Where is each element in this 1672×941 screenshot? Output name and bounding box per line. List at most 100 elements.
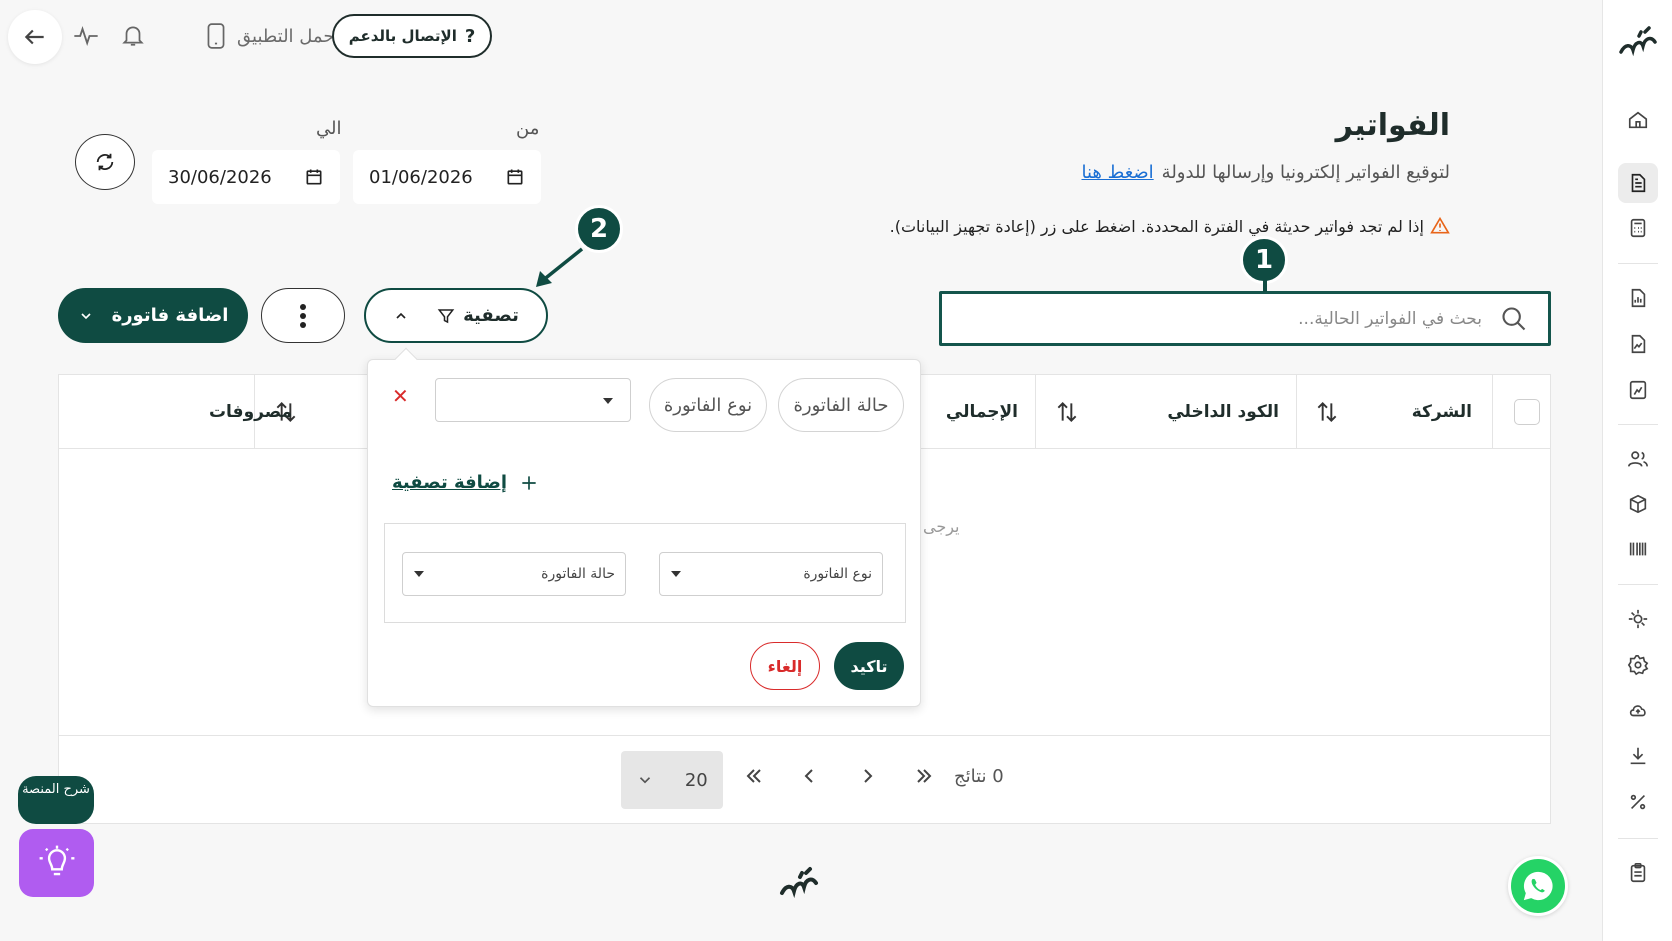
to-date-input[interactable]: 30/06/2026 [152,150,340,204]
arrow-left-icon [24,29,44,45]
search-input[interactable] [1002,308,1482,329]
chart-file-icon[interactable] [1618,324,1658,364]
last-page-icon[interactable] [912,764,936,788]
page-subtitle: لتوقيع الفواتير إلكترونيا وإرسالها للدول… [1081,162,1450,183]
results-count: 0 نتائج [954,766,1004,787]
from-date-value: 01/06/2026 [369,166,473,188]
sidebar-divider [1618,263,1658,264]
confirm-filter-button[interactable]: تاكيد [834,642,904,690]
home-icon[interactable] [1618,100,1658,140]
analytics-icon[interactable] [1618,370,1658,410]
refresh-icon [96,153,114,171]
footer-logo [780,867,818,899]
funnel-icon [437,308,455,323]
chip-invoice-type[interactable]: نوع الفاتورة [649,378,767,432]
settings-gear-icon[interactable] [1618,645,1658,685]
whatsapp-button[interactable] [1508,856,1568,916]
page-size-select[interactable]: 20 [621,751,723,809]
barcode-icon[interactable] [1618,529,1658,569]
chip-invoice-status[interactable]: حالة الفاتورة [778,378,904,432]
question-icon: ? [464,25,476,47]
invoice-status-select-label: حالة الفاتورة [541,566,615,582]
filter-conditions-box: نوع الفاتورة حالة الفاتورة [384,523,906,623]
refresh-data-button[interactable] [75,134,135,190]
contact-support-button[interactable]: ? الإتصال بالدعم [332,14,492,58]
whatsapp-icon [1523,871,1553,901]
download-app-label: حمل التطبيق [237,25,335,47]
filter-label: تصفية [463,305,519,326]
invoice-search[interactable] [939,291,1551,346]
next-page-icon[interactable] [856,764,880,788]
sidebar-divider [1618,584,1658,585]
add-filter-button[interactable]: إضافة تصفية [392,472,539,493]
chevron-up-icon [396,312,406,319]
column-divider [1296,375,1297,449]
box-icon[interactable] [1618,484,1658,524]
remove-filter-icon[interactable]: ✕ [392,384,409,408]
brand-logo[interactable] [1615,22,1661,68]
caret-down-icon [414,571,424,577]
previous-page-icon[interactable] [797,764,821,788]
page-size-value: 20 [684,769,708,791]
download-app-link[interactable]: حمل التطبيق [205,18,334,54]
cancel-filter-button[interactable]: إلغاء [750,642,820,690]
add-invoice-button[interactable]: اضافة فاتورة [58,288,248,343]
invoice-status-select[interactable]: حالة الفاتورة [402,552,626,596]
column-header-total[interactable]: الإجمالي [946,375,1018,449]
pagination: 20 0 نتائج [59,735,1550,825]
invoice-type-select-label: نوع الفاتورة [803,566,872,582]
invoice-type-select[interactable]: نوع الفاتورة [659,552,883,596]
caret-down-icon [671,571,681,577]
page-title: الفواتير [1335,108,1450,143]
filter-value-select[interactable] [435,378,631,422]
sidebar [1602,0,1672,941]
chevron-down-icon [80,312,91,319]
calendar-icon [507,169,523,185]
activity-icon[interactable] [69,19,103,53]
warning-text: إذا لم تجد فواتير حديثة في الفترة المحدد… [889,216,1424,236]
bell-icon[interactable] [116,18,150,52]
calendar-icon [306,169,322,185]
tips-button[interactable] [19,829,94,897]
clipboard-icon[interactable] [1618,853,1658,893]
annotation-arrow-2 [536,247,584,287]
from-date-input[interactable]: 01/06/2026 [353,150,541,204]
sort-icon[interactable] [1314,399,1340,425]
column-header-expenses[interactable]: مصروفات [209,375,292,449]
mobile-phone-icon [207,23,225,49]
first-page-icon[interactable] [742,764,766,788]
invoices-icon[interactable] [1618,163,1658,203]
filter-button[interactable]: تصفية [364,288,548,343]
warning-message: إذا لم تجد فواتير حديثة في الفترة المحدد… [890,216,1450,236]
users-icon[interactable] [1618,439,1658,479]
column-header-internal-code[interactable]: الكود الداخلي [1167,375,1279,449]
column-header-company[interactable]: الشركة [1412,375,1472,449]
sidebar-divider [1618,838,1658,839]
warning-icon [1430,216,1450,234]
sign-invoices-link[interactable]: اضغط هنا [1081,162,1153,183]
download-icon[interactable] [1618,736,1658,776]
to-date-value: 30/06/2026 [168,166,272,188]
popup-notch [394,347,418,371]
select-all-checkbox[interactable] [1514,399,1540,425]
more-options-button[interactable] [261,288,345,343]
sidebar-divider [1618,424,1658,425]
from-date-label: من [516,118,540,139]
percent-icon[interactable] [1618,782,1658,822]
chevron-down-icon [640,777,651,784]
empty-state-text: يرجى [923,517,960,536]
search-icon [1502,306,1526,330]
report-icon[interactable] [1618,278,1658,318]
lightbulb-icon [39,845,74,876]
filter-popup: ✕ نوع الفاتورة حالة الفاتورة إضافة تصفية… [367,347,921,707]
calculator-icon[interactable] [1618,208,1658,248]
more-vertical-icon [300,303,306,328]
to-date-label: الي [316,118,342,139]
caret-down-icon [603,398,613,404]
sort-icon[interactable] [1054,399,1080,425]
annotation-badge-1: 1 [1240,236,1288,284]
integrations-icon[interactable] [1618,599,1658,639]
back-button[interactable] [8,10,62,64]
cloud-upload-icon[interactable] [1618,690,1658,730]
platform-guide-button[interactable]: شرح المنصة [18,776,94,824]
